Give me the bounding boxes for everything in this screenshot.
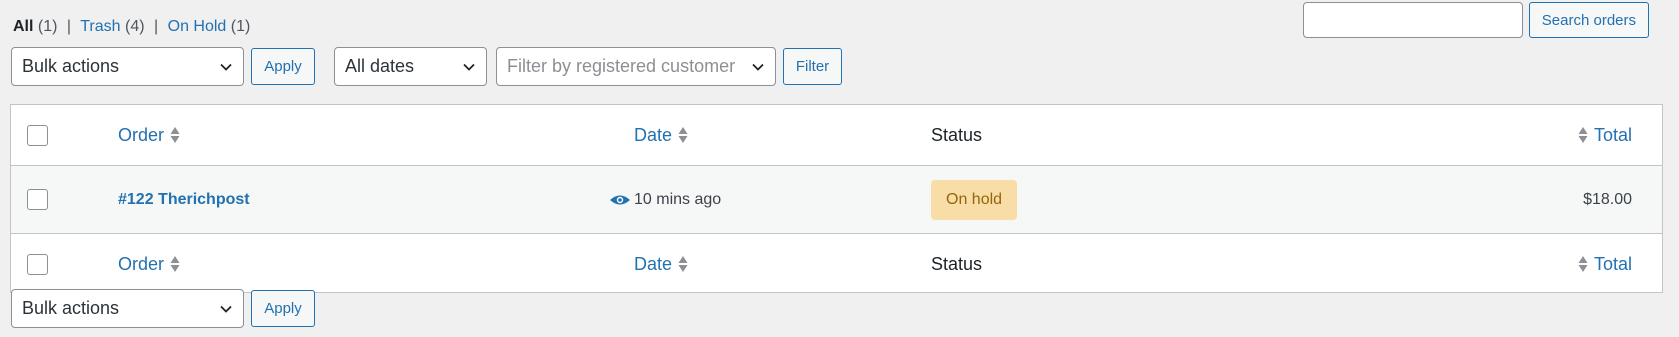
sort-by-order-link[interactable]: Order	[118, 125, 180, 146]
customer-filter-select[interactable]: Filter by registered customer	[496, 47, 776, 86]
order-column-header: Order	[118, 105, 180, 165]
bulk-actions-select[interactable]: Bulk actions	[11, 47, 244, 86]
sort-by-date-link[interactable]: Date	[634, 125, 688, 146]
sort-by-total-link[interactable]: Total	[1578, 254, 1632, 275]
date-column-label: Date	[634, 124, 673, 145]
separator: |	[154, 18, 159, 35]
eye-icon[interactable]	[609, 193, 631, 207]
chevron-down-icon	[752, 63, 764, 71]
sort-arrows-icon	[678, 127, 688, 143]
filter-trash-count: (4)	[125, 18, 145, 35]
apply-button[interactable]: Apply	[251, 48, 315, 85]
status-column-footer: Status	[931, 234, 982, 294]
chevron-down-icon	[220, 305, 232, 313]
order-date: 10 mins ago	[634, 190, 722, 208]
chevron-down-icon	[463, 63, 475, 71]
total-column-footer: Total	[1578, 234, 1632, 294]
top-tablenav: Bulk actions Apply All dates Filter by r…	[11, 47, 871, 86]
sort-arrows-icon	[678, 256, 688, 272]
customer-filter-placeholder: Filter by registered customer	[507, 56, 736, 76]
select-all-checkbox[interactable]	[27, 253, 48, 275]
filter-all-link[interactable]: All	[13, 18, 33, 35]
bottom-tablenav: Bulk actions Apply	[11, 289, 411, 328]
order-total: $18.00	[1583, 190, 1632, 208]
sort-arrows-icon	[1578, 256, 1588, 272]
date-column-label: Date	[634, 253, 673, 274]
sort-arrows-icon	[170, 127, 180, 143]
total-column-label: Total	[1593, 253, 1632, 274]
sort-arrows-icon	[170, 256, 180, 272]
search-orders-button[interactable]: Search orders	[1528, 2, 1649, 38]
select-all-cell	[27, 234, 48, 294]
table-header-row: Order Date Status Total	[11, 105, 1662, 166]
table-row[interactable]: #122 Therichpost 10 mins ago On hold $18…	[11, 166, 1662, 234]
filter-all-count: (1)	[37, 18, 58, 35]
status-column-label: Status	[931, 253, 983, 274]
order-cell: #122 Therichpost	[118, 166, 250, 233]
order-link[interactable]: #122 Therichpost	[118, 191, 250, 209]
search-box: Search orders	[1302, 2, 1649, 38]
status-column-label: Status	[931, 124, 983, 145]
row-select-cell	[27, 166, 48, 233]
sort-by-date-link[interactable]: Date	[634, 254, 688, 275]
separator: |	[66, 18, 72, 35]
status-badge: On hold	[931, 179, 1018, 220]
apply-button-bottom[interactable]: Apply	[251, 290, 315, 327]
total-cell: $18.00	[1583, 166, 1632, 233]
total-column-header: Total	[1578, 105, 1632, 165]
sort-arrows-icon	[1578, 127, 1588, 143]
filter-button[interactable]: Filter	[783, 48, 842, 85]
date-filter-select[interactable]: All dates	[334, 47, 487, 86]
select-all-cell	[27, 105, 48, 165]
preview-cell	[609, 166, 631, 233]
date-cell: 10 mins ago	[634, 166, 721, 233]
order-column-label: Order	[118, 253, 165, 274]
table-footer-row: Order Date Status Total	[11, 234, 1662, 294]
total-column-label: Total	[1593, 124, 1632, 145]
row-checkbox[interactable]	[27, 189, 48, 210]
orders-table: Order Date Status Total #122 Therichpost	[10, 104, 1663, 293]
date-column-header: Date	[634, 105, 688, 165]
filter-onhold-link[interactable]: On Hold	[168, 18, 227, 35]
bulk-actions-value: Bulk actions	[22, 56, 120, 76]
select-all-checkbox[interactable]	[27, 124, 48, 146]
chevron-down-icon	[220, 63, 232, 71]
filter-trash-link[interactable]: Trash	[80, 18, 120, 35]
order-status-filters: All (1) | Trash (4) | On Hold (1)	[13, 18, 250, 36]
search-input[interactable]	[1302, 2, 1523, 38]
filter-onhold-count: (1)	[230, 18, 251, 35]
status-column-header: Status	[931, 105, 982, 165]
status-cell: On hold	[931, 166, 1018, 233]
order-column-label: Order	[118, 124, 165, 145]
date-column-footer: Date	[634, 234, 688, 294]
order-column-footer: Order	[118, 234, 180, 294]
bulk-actions-value: Bulk actions	[22, 298, 120, 318]
sort-by-order-link[interactable]: Order	[118, 254, 180, 275]
date-filter-value: All dates	[345, 56, 415, 76]
bulk-actions-select-bottom[interactable]: Bulk actions	[11, 289, 244, 328]
sort-by-total-link[interactable]: Total	[1578, 125, 1632, 146]
